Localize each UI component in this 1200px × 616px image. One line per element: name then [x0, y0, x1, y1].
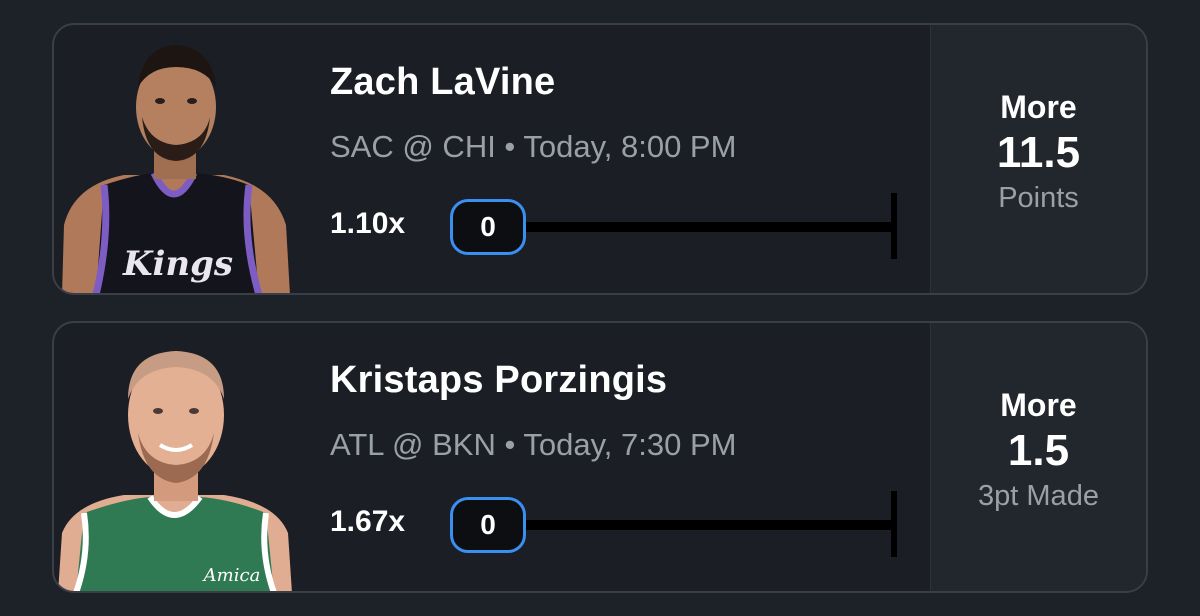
- pick-line: 11.5: [996, 128, 1081, 177]
- pick-stat-type: Points: [998, 182, 1079, 214]
- game-info: SAC @ CHI • Today, 8:00 PM: [330, 129, 737, 164]
- pick-direction: More: [1000, 387, 1077, 423]
- pick-list: Kings Zach LaVine SAC @ CHI • Today, 8:0…: [0, 0, 1200, 616]
- progress-value-badge: 0: [450, 199, 526, 255]
- payout-multiplier: 1.10x: [330, 207, 406, 240]
- player-name: Kristaps Porzingis: [330, 359, 668, 401]
- payout-multiplier: 1.67x: [330, 505, 406, 538]
- player-headshot: Amica: [54, 323, 294, 591]
- player-name: Zach LaVine: [330, 61, 556, 103]
- pick-selection[interactable]: More 11.5 Points: [930, 25, 1146, 293]
- progress-target-marker: [891, 193, 897, 259]
- pick-card-zach-lavine[interactable]: Kings Zach LaVine SAC @ CHI • Today, 8:0…: [52, 23, 1148, 295]
- progress-value-badge: 0: [450, 497, 526, 553]
- jersey-sponsor: Amica: [202, 565, 261, 586]
- progress-target-marker: [891, 491, 897, 557]
- progress-track: [520, 222, 896, 232]
- pick-selection[interactable]: More 1.5 3pt Made: [930, 323, 1146, 591]
- player-headshot: Kings: [54, 25, 294, 293]
- pick-card-kristaps-porzingis[interactable]: Amica Kristaps Porzingis ATL @ BKN • Tod…: [52, 321, 1148, 593]
- pick-direction: More: [1000, 89, 1077, 125]
- jersey-wordmark: Kings: [122, 244, 233, 284]
- progress-track: [520, 520, 896, 530]
- game-info: ATL @ BKN • Today, 7:30 PM: [330, 427, 737, 462]
- pick-line: 1.5: [1007, 426, 1070, 475]
- pick-stat-type: 3pt Made: [978, 480, 1099, 512]
